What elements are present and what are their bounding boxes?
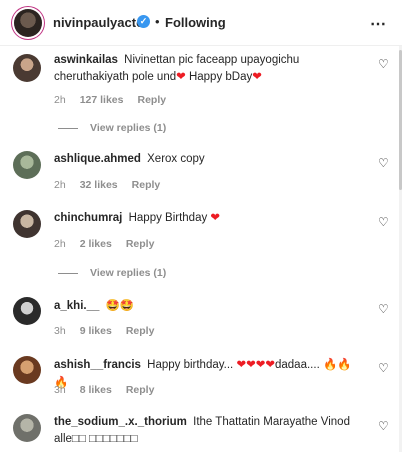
- header-username[interactable]: nivinpaulyactor: [53, 15, 149, 30]
- view-replies-button[interactable]: View replies (1): [58, 122, 166, 134]
- avatar[interactable]: [13, 356, 41, 384]
- comment-body: Happy Birthday: [128, 212, 208, 224]
- comment-likes[interactable]: 2 likes: [80, 238, 112, 250]
- comment-meta: 3h 8 likes Reply: [54, 384, 154, 396]
- replies-divider: [58, 127, 78, 129]
- comment-username[interactable]: ashish__francis: [54, 359, 141, 371]
- like-heart-icon[interactable]: ♡: [378, 215, 389, 229]
- avatar[interactable]: [13, 297, 41, 325]
- heart-emoji: ❤: [252, 71, 262, 83]
- reply-button[interactable]: Reply: [137, 94, 166, 106]
- comment-likes[interactable]: 127 likes: [80, 94, 124, 106]
- comment-likes[interactable]: 9 likes: [80, 325, 112, 337]
- comment-meta: 2h 2 likes Reply: [54, 238, 154, 250]
- heart-emoji: ❤: [176, 71, 186, 83]
- avatar[interactable]: [13, 54, 41, 82]
- post-header: nivinpaulyactor ✓ • Following ⋯: [0, 0, 402, 46]
- comment-likes[interactable]: 8 likes: [80, 384, 112, 396]
- comment-time: 3h: [54, 384, 66, 396]
- reply-button[interactable]: Reply: [126, 238, 155, 250]
- separator-dot: •: [155, 14, 160, 29]
- like-heart-icon[interactable]: ♡: [378, 57, 389, 71]
- reply-button[interactable]: Reply: [126, 325, 155, 337]
- comment-meta: 2h 32 likes Reply: [54, 179, 160, 191]
- comment-text: a_khi.__ 🤩🤩: [54, 297, 364, 315]
- heart-emoji: ❤: [255, 359, 266, 371]
- heart-emoji: ❤: [265, 359, 275, 371]
- comment-body-continued: dadaa....: [275, 359, 320, 371]
- like-heart-icon[interactable]: ♡: [378, 156, 389, 170]
- comment-meta: 2h 127 likes Reply: [54, 94, 166, 106]
- comment-time: 2h: [54, 238, 66, 250]
- avatar[interactable]: [13, 414, 41, 442]
- comment-text: the_sodium_.x._thorium Ithe Thattatin Ma…: [54, 414, 364, 448]
- verified-check-icon: ✓: [137, 15, 150, 28]
- comment-meta: 3h 9 likes Reply: [54, 325, 154, 337]
- comment-body: 🤩🤩: [105, 298, 135, 312]
- replies-divider: [58, 272, 78, 274]
- comment-body-continued: Happy bDay: [185, 71, 253, 83]
- like-heart-icon[interactable]: ♡: [378, 361, 389, 375]
- heart-emoji: ❤: [246, 359, 256, 371]
- comment-body: Xerox copy: [147, 153, 205, 165]
- comment-body: Happy birthday...: [147, 359, 234, 371]
- comment-username[interactable]: a_khi.__: [54, 300, 99, 312]
- profile-avatar[interactable]: [14, 9, 42, 37]
- following-button[interactable]: Following: [165, 15, 226, 30]
- comment-time: 2h: [54, 179, 66, 191]
- comment-text: aswinkailas Nivinettan pic faceapp upayo…: [54, 52, 364, 86]
- avatar[interactable]: [13, 210, 41, 238]
- view-replies-label[interactable]: View replies (1): [90, 267, 166, 279]
- comment-time: 2h: [54, 94, 66, 106]
- comment-username[interactable]: the_sodium_.x._thorium: [54, 416, 187, 428]
- comment-username[interactable]: aswinkailas: [54, 54, 118, 66]
- comment-text: chinchumraj Happy Birthday ❤: [54, 210, 364, 227]
- like-heart-icon[interactable]: ♡: [378, 302, 389, 316]
- comment-username[interactable]: ashlique.ahmed: [54, 153, 141, 165]
- comment-likes[interactable]: 32 likes: [80, 179, 118, 191]
- view-replies-button[interactable]: View replies (1): [58, 267, 166, 279]
- comment-time: 3h: [54, 325, 66, 337]
- view-replies-label[interactable]: View replies (1): [90, 122, 166, 134]
- heart-emoji: ❤: [236, 359, 247, 371]
- reply-button[interactable]: Reply: [126, 384, 155, 396]
- more-options-icon[interactable]: ⋯: [370, 14, 387, 34]
- avatar[interactable]: [13, 151, 41, 179]
- comment-username[interactable]: chinchumraj: [54, 212, 122, 224]
- reply-button[interactable]: Reply: [132, 179, 161, 191]
- like-heart-icon[interactable]: ♡: [378, 419, 389, 433]
- comment-text: ashlique.ahmed Xerox copy: [54, 151, 364, 168]
- heart-emoji: ❤: [210, 212, 221, 224]
